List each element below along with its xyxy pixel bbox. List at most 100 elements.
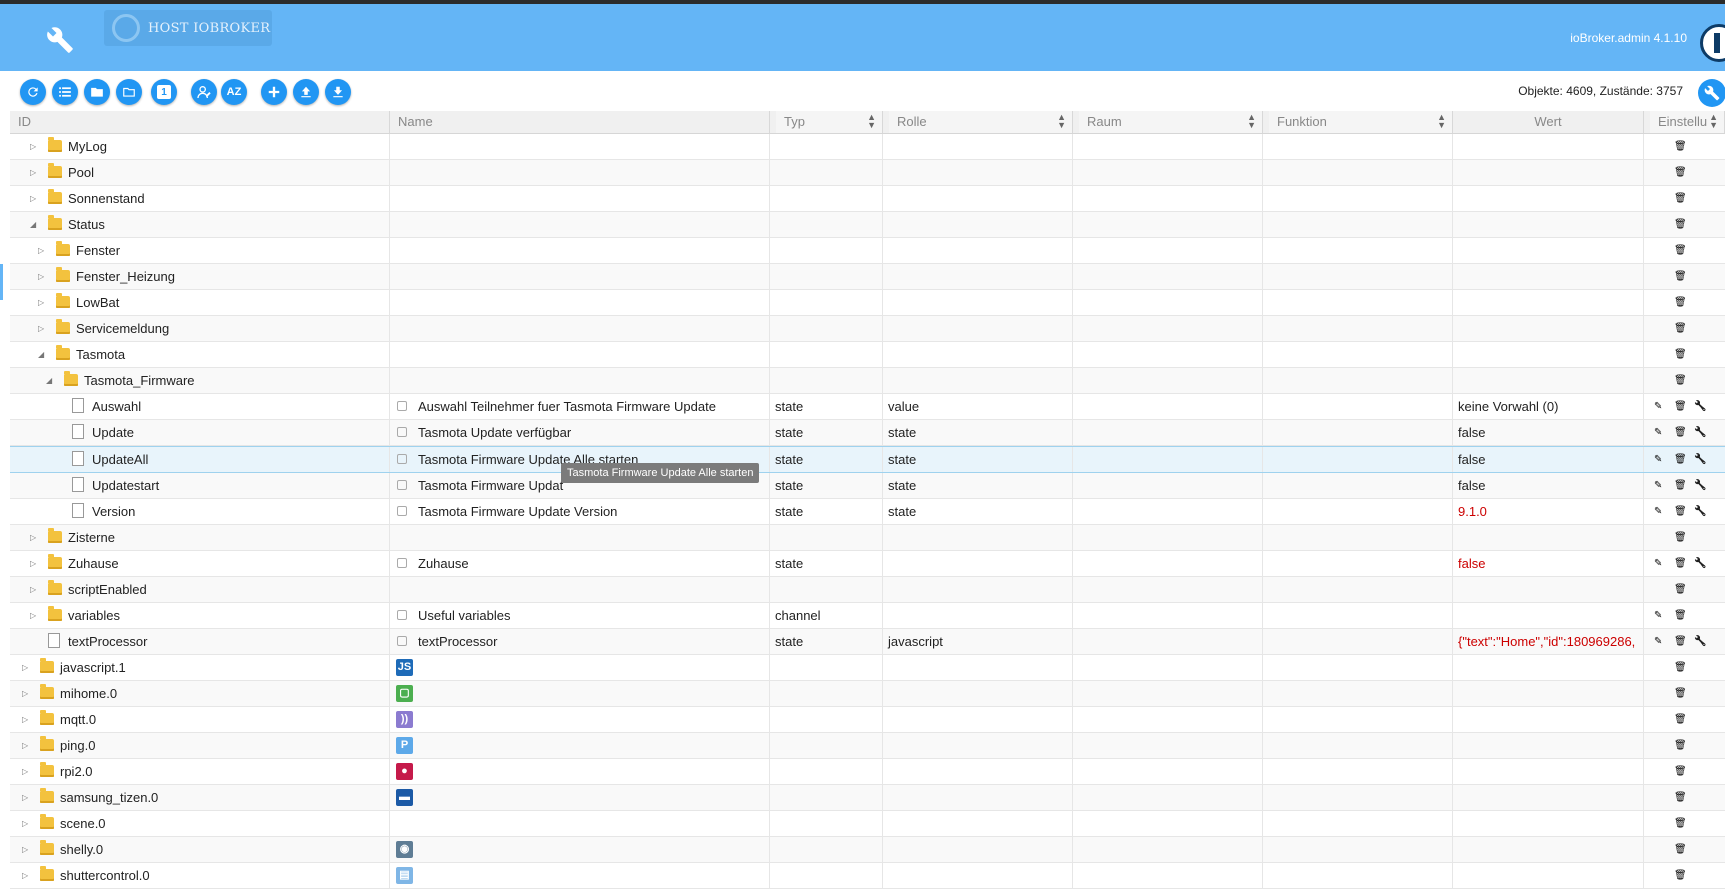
cell-wert[interactable]	[1453, 733, 1644, 758]
table-row[interactable]: ▷ Fenster_Heizung 🗑	[10, 264, 1725, 290]
delete-icon[interactable]: 🗑	[1674, 681, 1687, 706]
table-row[interactable]: ▷ rpi2.0 ● 🗑	[10, 759, 1725, 785]
delete-icon[interactable]: 🗑	[1674, 629, 1687, 654]
cell-wert[interactable]	[1453, 316, 1644, 341]
cell-rolle[interactable]	[883, 368, 1073, 393]
cell-raum[interactable]	[1073, 603, 1263, 628]
expand-arrow-icon[interactable]: ▷	[22, 863, 28, 888]
table-row[interactable]: ▷ mqtt.0)) 🗑	[10, 707, 1725, 733]
cell-name[interactable]	[390, 655, 770, 680]
expand-arrow-icon[interactable]: ▷	[22, 655, 28, 680]
delete-icon[interactable]: 🗑	[1674, 811, 1687, 836]
cell-fun[interactable]	[1263, 394, 1453, 419]
refresh-icon[interactable]	[20, 79, 46, 105]
cell-raum[interactable]	[1073, 629, 1263, 654]
cell-raum[interactable]	[1073, 290, 1263, 315]
cell-wert[interactable]	[1453, 134, 1644, 159]
table-row[interactable]: ▷ LowBat 🗑	[10, 290, 1725, 316]
cell-typ[interactable]	[770, 681, 883, 706]
wrench-icon[interactable]: 🔧	[1694, 629, 1706, 654]
collapse-arrow-icon[interactable]: ◢	[46, 368, 52, 393]
cell-rolle[interactable]	[883, 238, 1073, 263]
table-row[interactable]: Update Tasmota Update verfügbar state state…	[10, 420, 1725, 446]
cell-wert[interactable]: {"text":"Home","id":180969286,	[1453, 629, 1644, 654]
expand-arrow-icon[interactable]: ▷	[30, 577, 36, 602]
cell-raum[interactable]	[1073, 525, 1263, 550]
cell-wert[interactable]: 9.1.0	[1453, 499, 1644, 524]
table-row[interactable]: ▷ variables Useful variables channel ✎ 🗑	[10, 603, 1725, 629]
cell-fun[interactable]	[1263, 603, 1453, 628]
cell-name[interactable]	[390, 759, 770, 784]
cell-rolle[interactable]: state	[883, 473, 1073, 498]
table-row[interactable]: ▷ samsung_tizen.0 ▬ 🗑	[10, 785, 1725, 811]
cell-fun[interactable]	[1263, 238, 1453, 263]
cell-raum[interactable]	[1073, 863, 1263, 888]
cell-typ[interactable]: state	[770, 473, 883, 498]
expand-arrow-icon[interactable]: ▷	[30, 160, 36, 185]
cell-raum[interactable]	[1073, 499, 1263, 524]
wrench-icon[interactable]: 🔧	[1694, 394, 1706, 419]
add-icon[interactable]	[261, 79, 287, 105]
cell-name[interactable]: Auswahl Teilnehmer fuer Tasmota Firmware…	[390, 394, 770, 419]
expand-arrow-icon[interactable]: ▷	[22, 759, 28, 784]
cell-fun[interactable]	[1263, 707, 1453, 732]
cell-raum[interactable]	[1073, 681, 1263, 706]
cell-raum[interactable]	[1073, 759, 1263, 784]
cell-rolle[interactable]	[883, 811, 1073, 836]
table-row[interactable]: Auswahl Auswahl Teilnehmer fuer Tasmota F…	[10, 394, 1725, 420]
cell-wert[interactable]	[1453, 811, 1644, 836]
cell-typ[interactable]	[770, 525, 883, 550]
cell-wert[interactable]: false	[1453, 551, 1644, 576]
expand-arrow-icon[interactable]: ▷	[30, 551, 36, 576]
delete-icon[interactable]: 🗑	[1674, 394, 1687, 419]
delete-icon[interactable]: 🗑	[1674, 499, 1687, 524]
cell-wert[interactable]	[1453, 368, 1644, 393]
table-row[interactable]: ▷ shuttercontrol.0 ▤ 🗑	[10, 863, 1725, 889]
delete-icon[interactable]: 🗑	[1674, 186, 1687, 211]
expand-arrow-icon[interactable]: ▷	[22, 681, 28, 706]
cell-raum[interactable]	[1073, 186, 1263, 211]
expand-arrow-icon[interactable]: ▷	[38, 238, 44, 263]
cell-typ[interactable]	[770, 160, 883, 185]
cell-name[interactable]	[390, 290, 770, 315]
collapse-arrow-icon[interactable]: ◢	[38, 342, 44, 367]
table-row[interactable]: Updatestart Tasmota Firmware Updat state st…	[10, 473, 1725, 499]
cell-name[interactable]	[390, 707, 770, 732]
list-view-icon[interactable]	[52, 79, 78, 105]
cell-typ[interactable]	[770, 186, 883, 211]
cell-fun[interactable]	[1263, 811, 1453, 836]
cell-wert[interactable]	[1453, 264, 1644, 289]
delete-icon[interactable]: 🗑	[1674, 447, 1687, 472]
cell-wert[interactable]: false	[1453, 447, 1644, 472]
table-row[interactable]: ▷ Zisterne 🗑	[10, 525, 1725, 551]
delete-icon[interactable]: 🗑	[1674, 655, 1687, 680]
cell-name[interactable]	[390, 160, 770, 185]
folder-expand-icon[interactable]	[116, 79, 142, 105]
cell-fun[interactable]	[1263, 186, 1453, 211]
table-row[interactable]: ▷ ping.0 P 🗑	[10, 733, 1725, 759]
cell-raum[interactable]	[1073, 473, 1263, 498]
cell-raum[interactable]	[1073, 785, 1263, 810]
cell-rolle[interactable]: state	[883, 447, 1073, 472]
cell-fun[interactable]	[1263, 785, 1453, 810]
cell-wert[interactable]: false	[1453, 473, 1644, 498]
cell-raum[interactable]	[1073, 342, 1263, 367]
table-row[interactable]: ▷ scriptEnabled 🗑	[10, 577, 1725, 603]
cell-typ[interactable]	[770, 212, 883, 237]
cell-typ[interactable]	[770, 837, 883, 862]
cell-rolle[interactable]: state	[883, 499, 1073, 524]
table-row[interactable]: ▷ Fenster 🗑	[10, 238, 1725, 264]
wrench-icon[interactable]: 🔧	[1694, 499, 1706, 524]
cell-rolle[interactable]	[883, 186, 1073, 211]
cell-fun[interactable]	[1263, 473, 1453, 498]
cell-wert[interactable]	[1453, 525, 1644, 550]
table-row[interactable]: textProcessor textProcessor state javascrip…	[10, 629, 1725, 655]
delete-icon[interactable]: 🗑	[1674, 733, 1687, 758]
upload-icon[interactable]	[293, 79, 319, 105]
wrench-icon[interactable]: 🔧	[1694, 420, 1706, 445]
cell-typ[interactable]	[770, 342, 883, 367]
cell-raum[interactable]	[1073, 394, 1263, 419]
cell-fun[interactable]	[1263, 447, 1453, 472]
edit-icon[interactable]: ✎	[1654, 447, 1662, 472]
cell-raum[interactable]	[1073, 368, 1263, 393]
